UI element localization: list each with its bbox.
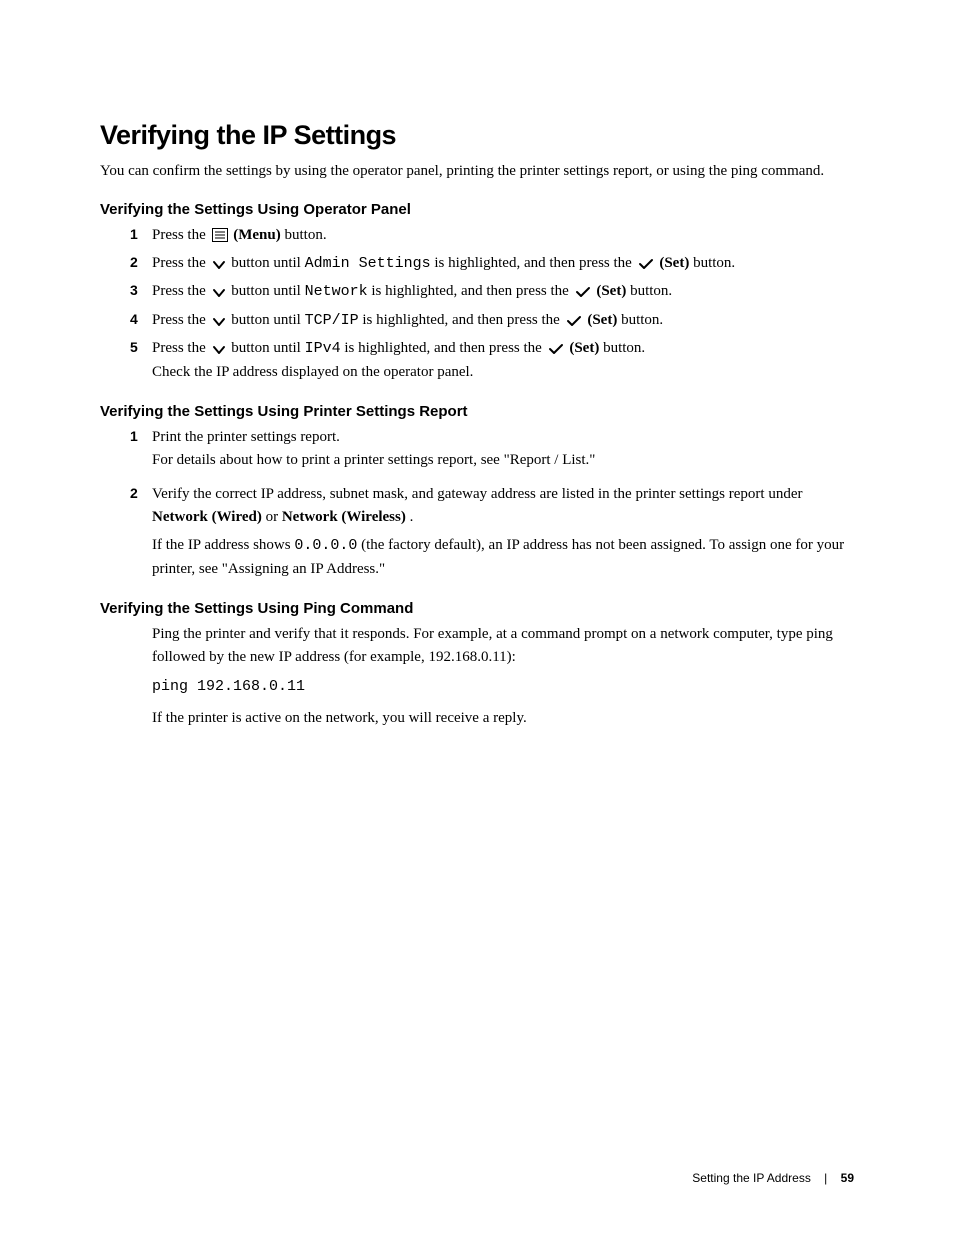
step-number: 4 <box>130 309 138 330</box>
step-text: . <box>410 509 414 525</box>
down-arrow-icon <box>212 260 226 270</box>
checkmark-icon <box>638 258 654 270</box>
step-text: Press the <box>152 255 210 271</box>
step-number: 5 <box>130 337 138 358</box>
down-arrow-icon <box>212 317 226 327</box>
ping-paragraph: Ping the printer and verify that it resp… <box>152 623 854 668</box>
subheading-ping: Verifying the Settings Using Ping Comman… <box>100 600 854 617</box>
step-number: 3 <box>130 280 138 301</box>
step-text: button until <box>231 340 304 356</box>
menu-path: Network <box>305 283 368 300</box>
menu-path: TCP/IP <box>305 312 359 329</box>
step-number: 2 <box>130 483 138 504</box>
step-text: is highlighted, and then press the <box>344 340 545 356</box>
checkmark-icon <box>575 286 591 298</box>
footer-page-number: 59 <box>841 1171 854 1185</box>
step-text: Verify the correct IP address, subnet ma… <box>152 486 803 502</box>
ping-command: ping 192.168.0.11 <box>152 676 854 699</box>
step-text: Print the printer settings report. <box>152 429 340 445</box>
label-network-wireless: Network (Wireless) <box>282 509 406 525</box>
step-text: is highlighted, and then press the <box>371 283 572 299</box>
step-item: 3 Press the button until Network is high… <box>130 280 854 304</box>
menu-path: IPv4 <box>305 340 341 357</box>
ping-result-paragraph: If the printer is active on the network,… <box>152 707 854 730</box>
subheading-printer-report: Verifying the Settings Using Printer Set… <box>100 403 854 420</box>
step-text: Press the <box>152 283 210 299</box>
button-label-set: (Set) <box>587 312 617 328</box>
steps-operator-panel: 1 Press the (Menu) button. 2 Press the b… <box>130 224 854 383</box>
step-subtext: If the IP address shows 0.0.0.0 (the fac… <box>152 534 854 580</box>
step-subtext: For details about how to print a printer… <box>152 449 854 472</box>
ip-default: 0.0.0.0 <box>294 537 357 554</box>
menu-path: Admin Settings <box>305 255 431 272</box>
page-footer: Setting the IP Address | 59 <box>692 1171 854 1185</box>
intro-paragraph: You can confirm the settings by using th… <box>100 161 854 181</box>
step-number: 2 <box>130 252 138 273</box>
step-text: button until <box>231 312 304 328</box>
step-text: button until <box>231 283 304 299</box>
step-text: Press the <box>152 340 210 356</box>
step-text: button. <box>285 227 327 243</box>
button-label-menu: (Menu) <box>233 227 281 243</box>
step-number: 1 <box>130 224 138 245</box>
subheading-operator-panel: Verifying the Settings Using Operator Pa… <box>100 201 854 218</box>
step-text: is highlighted, and then press the <box>362 312 563 328</box>
step-text: button. <box>603 340 645 356</box>
menu-icon <box>212 228 228 242</box>
step-item: 4 Press the button until TCP/IP is highl… <box>130 309 854 333</box>
step-item: 2 Verify the correct IP address, subnet … <box>130 483 854 580</box>
step-text: or <box>266 509 282 525</box>
step-item: 5 Press the button until IPv4 is highlig… <box>130 337 854 383</box>
down-arrow-icon <box>212 345 226 355</box>
step-text: button. <box>630 283 672 299</box>
step-text: Press the <box>152 227 210 243</box>
step-text: is highlighted, and then press the <box>434 255 635 271</box>
step-item: 1 Print the printer settings report. For… <box>130 426 854 471</box>
footer-section-name: Setting the IP Address <box>692 1171 811 1185</box>
checkmark-icon <box>548 343 564 355</box>
steps-printer-report: 1 Print the printer settings report. For… <box>130 426 854 580</box>
step-item: 2 Press the button until Admin Settings … <box>130 252 854 276</box>
footer-divider: | <box>824 1171 827 1185</box>
manual-page: Verifying the IP Settings You can confir… <box>0 0 954 1235</box>
button-label-set: (Set) <box>596 283 626 299</box>
step-text: button. <box>621 312 663 328</box>
step-text: button. <box>693 255 735 271</box>
down-arrow-icon <box>212 288 226 298</box>
step-subtext: Check the IP address displayed on the op… <box>152 361 854 384</box>
page-title: Verifying the IP Settings <box>100 120 854 151</box>
step-text: Press the <box>152 312 210 328</box>
label-network-wired: Network (Wired) <box>152 509 262 525</box>
button-label-set: (Set) <box>569 340 599 356</box>
button-label-set: (Set) <box>659 255 689 271</box>
checkmark-icon <box>566 315 582 327</box>
step-text: button until <box>231 255 304 271</box>
step-number: 1 <box>130 426 138 447</box>
step-item: 1 Press the (Menu) button. <box>130 224 854 247</box>
